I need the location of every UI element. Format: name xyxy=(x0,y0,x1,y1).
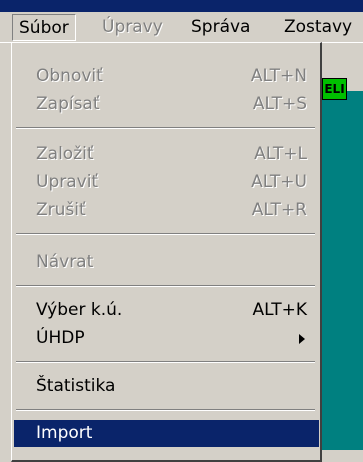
subor-dropdown-menu: Obnoviť ALT+N Zapísať ALT+S Založiť ALT+… xyxy=(11,42,322,462)
shortcut-label: ALT+S xyxy=(252,94,307,114)
menu-item-zalozit[interactable]: Založiť ALT+L xyxy=(14,141,319,168)
menu-bar: Súbor Úpravy Správa Zostavy xyxy=(0,12,363,43)
menu-item-vyber-ku[interactable]: Výber k.ú. ALT+K xyxy=(14,297,319,324)
menu-subor[interactable]: Súbor xyxy=(12,14,76,41)
menu-item-label: Upraviť xyxy=(36,172,99,192)
menu-item-label: Štatistika xyxy=(36,376,116,396)
shortcut-label: ALT+L xyxy=(254,144,307,164)
menu-separator xyxy=(16,233,315,235)
background-window-area xyxy=(322,43,363,450)
shortcut-label: ALT+N xyxy=(250,66,307,86)
menu-item-import[interactable]: Import xyxy=(14,420,319,447)
menu-separator xyxy=(16,127,315,129)
menu-item-label: Zrušiť xyxy=(36,200,86,220)
window-titlebar xyxy=(0,0,363,12)
menu-item-zapisat[interactable]: Zapísať ALT+S xyxy=(14,91,319,118)
menu-upravy[interactable]: Úpravy xyxy=(102,14,163,41)
menu-zostavy[interactable]: Zostavy xyxy=(284,14,352,41)
menu-item-label: Návrat xyxy=(36,252,94,272)
menu-item-uhdp[interactable]: ÚHDP xyxy=(14,325,319,352)
menu-item-zrusit[interactable]: Zrušiť ALT+R xyxy=(14,197,319,224)
menu-item-obnovit[interactable]: Obnoviť ALT+N xyxy=(14,63,319,90)
menu-item-statistika[interactable]: Štatistika xyxy=(14,373,319,400)
menu-item-label: Založiť xyxy=(36,144,94,164)
menu-item-label: Import xyxy=(36,423,93,443)
submenu-arrow-icon xyxy=(299,334,305,344)
shortcut-label: ALT+U xyxy=(251,172,307,192)
menu-separator xyxy=(16,285,315,287)
menu-item-navrat[interactable]: Návrat xyxy=(14,249,319,276)
menu-item-label: Zapísať xyxy=(36,94,100,114)
document-icon[interactable]: ELI xyxy=(322,78,347,100)
menu-item-upravit[interactable]: Upraviť ALT+U xyxy=(14,169,319,196)
menu-separator xyxy=(16,361,315,363)
menu-item-label: Obnoviť xyxy=(36,66,103,86)
shortcut-label: ALT+K xyxy=(252,300,307,320)
menu-separator xyxy=(16,409,315,411)
menu-sprava[interactable]: Správa xyxy=(191,14,250,41)
menu-item-label: ÚHDP xyxy=(36,328,85,348)
menu-item-label: Výber k.ú. xyxy=(36,300,123,320)
shortcut-label: ALT+R xyxy=(251,200,307,220)
